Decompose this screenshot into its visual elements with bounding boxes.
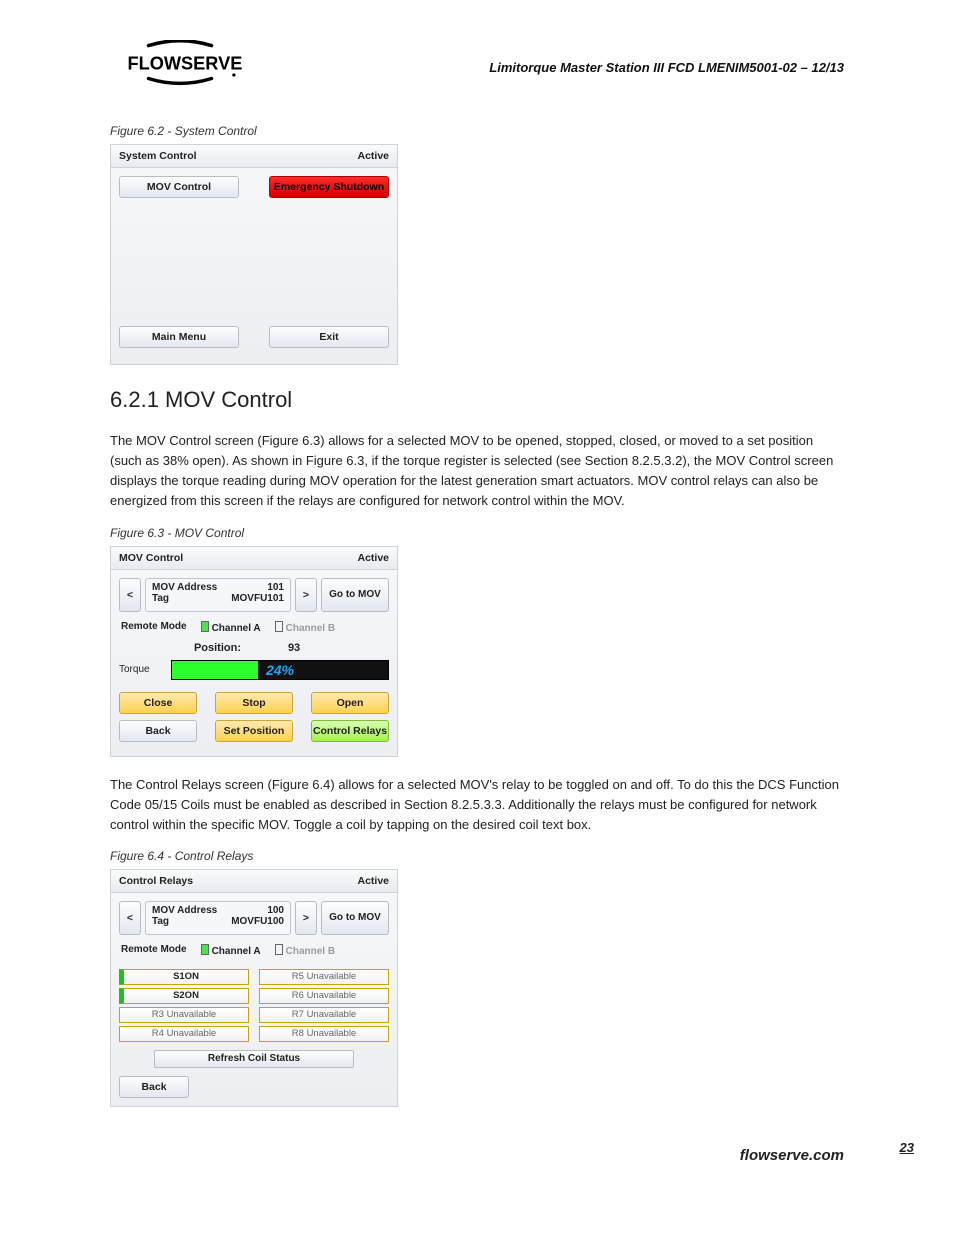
panel-status: Active xyxy=(357,150,389,162)
figure-6-4-caption: Figure 6.4 - Control Relays xyxy=(110,849,844,863)
remote-mode-label: Remote Mode xyxy=(121,621,187,634)
relay-r8[interactable]: R8 Unavailable xyxy=(259,1026,389,1042)
emergency-shutdown-button[interactable]: Emergency Shutdown xyxy=(269,176,389,198)
relay-s1[interactable]: S1ON xyxy=(119,969,249,985)
indicator-on-icon xyxy=(201,944,209,955)
paragraph-1: The MOV Control screen (Figure 6.3) allo… xyxy=(110,431,844,512)
figure-6-2-panel: System Control Active MOV Control Emerge… xyxy=(110,144,398,365)
flowserve-logo: FLOWSERVE xyxy=(110,40,250,94)
open-button[interactable]: Open xyxy=(311,692,389,714)
stop-button[interactable]: Stop xyxy=(215,692,293,714)
goto-mov-button[interactable]: Go to MOV xyxy=(321,901,389,935)
panel-status: Active xyxy=(357,552,389,564)
tag-label: Tag xyxy=(152,916,169,927)
mov-address-box: MOV Address 101 Tag MOVFU101 xyxy=(145,578,291,612)
relay-r4[interactable]: R4 Unavailable xyxy=(119,1026,249,1042)
remote-mode-label: Remote Mode xyxy=(121,944,187,957)
page-header: FLOWSERVE Limitorque Master Station III … xyxy=(110,40,844,94)
figure-6-3-panel: MOV Control Active < MOV Address101 TagM… xyxy=(110,546,398,757)
figure-6-3-caption: Figure 6.3 - MOV Control xyxy=(110,526,844,540)
mov-address-box: MOV Address 100 Tag MOVFU100 xyxy=(145,901,291,935)
back-button[interactable]: Back xyxy=(119,1076,189,1098)
torque-bar: 24% xyxy=(171,660,389,680)
footer-url: flowserve.com xyxy=(0,1147,954,1164)
prev-mov-button[interactable]: < xyxy=(119,578,141,612)
addr-value: 101 xyxy=(267,582,284,593)
section-heading: 6.2.1 MOV Control xyxy=(110,387,844,413)
torque-percent: 24% xyxy=(172,661,388,679)
channel-a-indicator: Channel A xyxy=(201,621,261,634)
next-mov-button[interactable]: > xyxy=(295,578,317,612)
position-value: 93 xyxy=(274,642,314,654)
svg-text:FLOWSERVE: FLOWSERVE xyxy=(128,53,243,73)
control-relays-button[interactable]: Control Relays xyxy=(311,720,389,742)
goto-mov-button[interactable]: Go to MOV xyxy=(321,578,389,612)
tag-value: MOVFU101 xyxy=(231,593,284,604)
figure-6-4-panel: Control Relays Active < MOV Address 100 T… xyxy=(110,869,398,1107)
indicator-off-icon xyxy=(275,944,283,955)
refresh-coil-status-button[interactable]: Refresh Coil Status xyxy=(154,1050,354,1068)
back-button[interactable]: Back xyxy=(119,720,197,742)
panel-status: Active xyxy=(357,875,389,887)
torque-label: Torque xyxy=(119,664,165,675)
channel-b-indicator: Channel B xyxy=(275,621,335,634)
indicator-on-icon xyxy=(201,621,209,632)
set-position-button[interactable]: Set Position xyxy=(215,720,293,742)
tag-label: Tag xyxy=(152,593,169,604)
close-button[interactable]: Close xyxy=(119,692,197,714)
addr-label: MOV Address xyxy=(152,582,217,593)
addr-label: MOV Address xyxy=(152,905,217,916)
relay-s2[interactable]: S2ON xyxy=(119,988,249,1004)
next-mov-button[interactable]: > xyxy=(295,901,317,935)
main-menu-button[interactable]: Main Menu xyxy=(119,326,239,348)
addr-value: 100 xyxy=(267,905,284,916)
channel-a-indicator: Channel A xyxy=(201,944,261,957)
relay-r3[interactable]: R3 Unavailable xyxy=(119,1007,249,1023)
mov-control-button[interactable]: MOV Control xyxy=(119,176,239,198)
page-number: 23 xyxy=(900,1140,914,1155)
exit-button[interactable]: Exit xyxy=(269,326,389,348)
position-label: Position: xyxy=(194,642,241,654)
panel-title: System Control xyxy=(119,150,197,162)
relay-r7[interactable]: R7 Unavailable xyxy=(259,1007,389,1023)
panel-title: Control Relays xyxy=(119,875,193,887)
tag-value: MOVFU100 xyxy=(231,916,284,927)
figure-6-2-caption: Figure 6.2 - System Control xyxy=(110,124,844,138)
relay-r5[interactable]: R5 Unavailable xyxy=(259,969,389,985)
paragraph-2: The Control Relays screen (Figure 6.4) a… xyxy=(110,775,844,835)
document-title: Limitorque Master Station III FCD LMENIM… xyxy=(489,60,844,75)
prev-mov-button[interactable]: < xyxy=(119,901,141,935)
indicator-off-icon xyxy=(275,621,283,632)
relay-r6[interactable]: R6 Unavailable xyxy=(259,988,389,1004)
channel-b-indicator: Channel B xyxy=(275,944,335,957)
panel-title: MOV Control xyxy=(119,552,183,564)
